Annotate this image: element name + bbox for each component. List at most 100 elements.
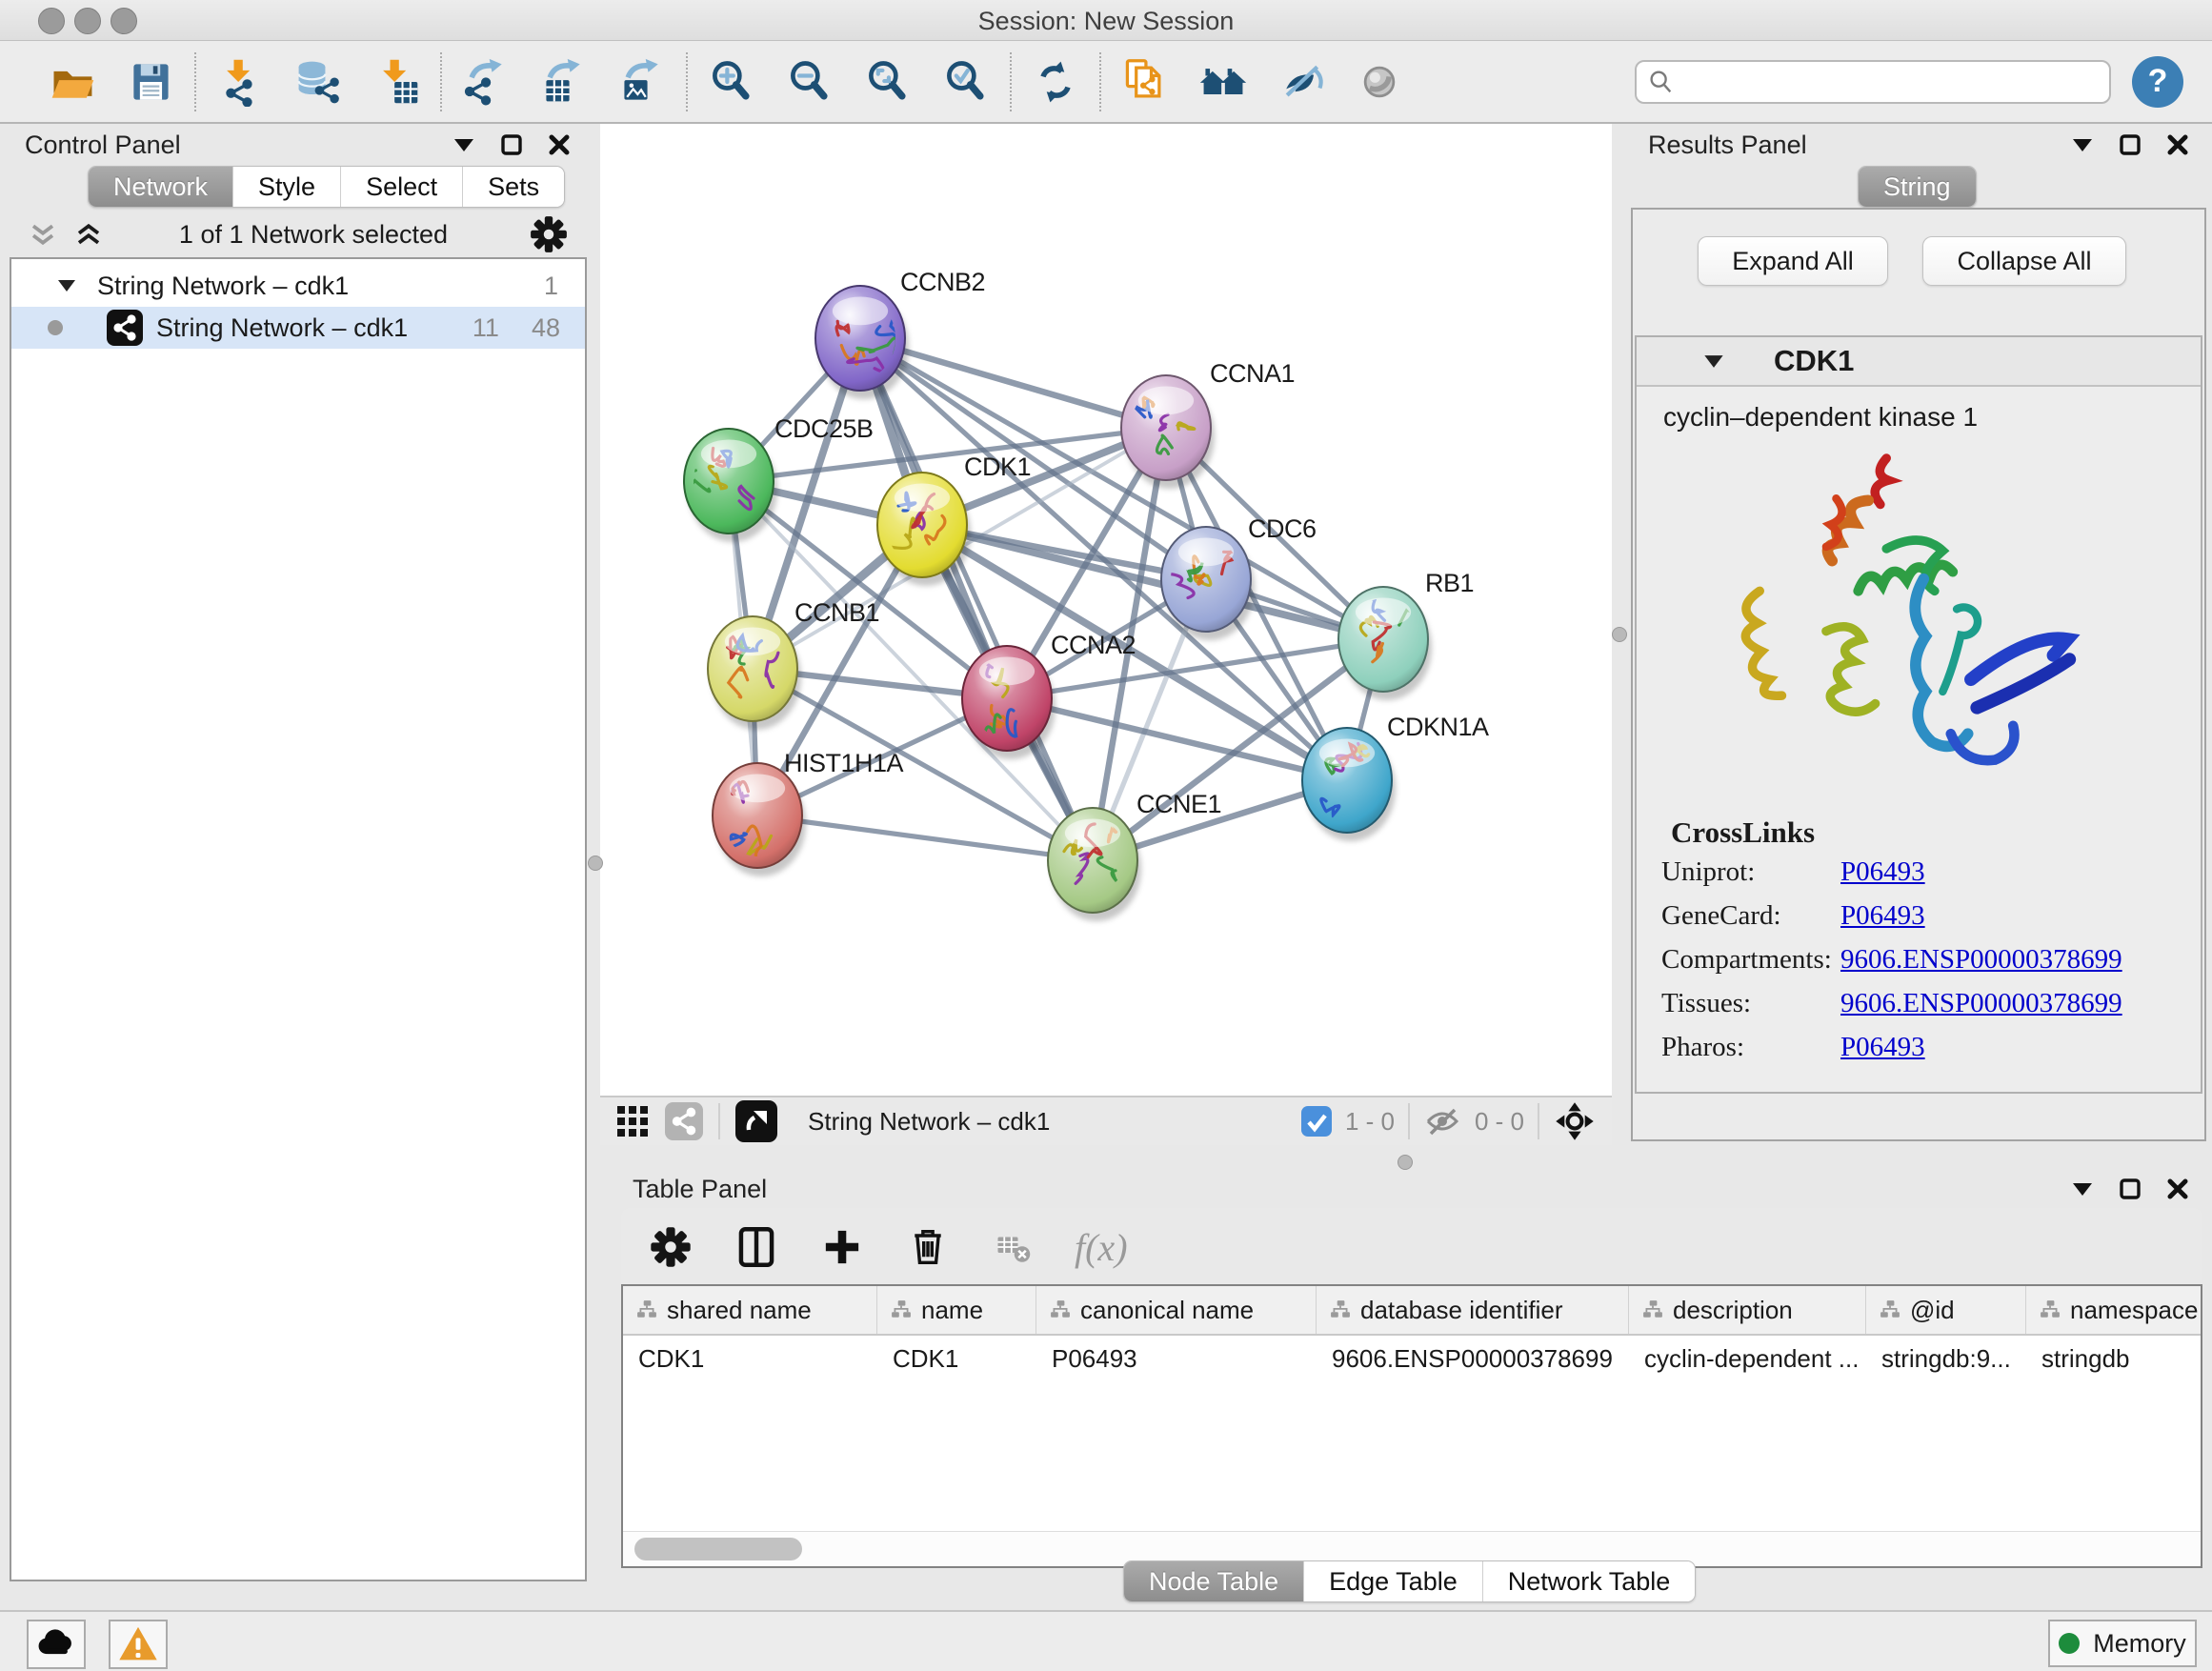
network-collection-row[interactable]: String Network – cdk1 1	[11, 265, 585, 307]
export-table-icon[interactable]	[537, 55, 591, 109]
search-input[interactable]	[1675, 66, 2100, 97]
crosslink-link[interactable]: P06493	[1840, 1032, 1925, 1063]
panel-menu-icon[interactable]	[2071, 137, 2094, 152]
warning-icon[interactable]	[109, 1620, 168, 1669]
protein-entry-header[interactable]: CDK1	[1637, 337, 2201, 387]
column-header-description[interactable]: description	[1629, 1286, 1866, 1334]
crosslinks-title: CrossLinks	[1637, 802, 2201, 850]
column-header--id[interactable]: @id	[1866, 1286, 2026, 1334]
crosslink-link[interactable]: 9606.ENSP00000378699	[1840, 944, 2122, 976]
string-home-icon[interactable]	[1196, 55, 1250, 109]
panel-float-icon[interactable]	[2119, 133, 2142, 156]
network-options-gear-icon[interactable]	[524, 210, 573, 259]
column-header-namespace[interactable]: namespace	[2026, 1286, 2201, 1334]
export-network-icon[interactable]	[459, 55, 513, 109]
tab-edge-table[interactable]: Edge Table	[1304, 1561, 1483, 1601]
tab-style[interactable]: Style	[233, 167, 341, 207]
delete-column-icon[interactable]	[903, 1222, 953, 1272]
save-session-icon[interactable]	[124, 55, 177, 109]
table-row[interactable]: CDK1CDK1P064939606.ENSP00000378699cyclin…	[623, 1336, 2201, 1381]
network-canvas[interactable]: CCNB2CCNA1CDC25BCDK1CDC6RB1CCNB1CCNA2CDK…	[600, 124, 1612, 1096]
disclosure-triangle-icon[interactable]	[1703, 354, 1724, 369]
scrollbar-thumb[interactable]	[634, 1538, 802, 1560]
disclosure-triangle-icon[interactable]	[57, 279, 76, 292]
panel-menu-icon[interactable]	[452, 137, 475, 152]
column-header-canonical-name[interactable]: canonical name	[1036, 1286, 1317, 1334]
bottom-splitter-handle[interactable]	[1398, 1155, 1413, 1170]
memory-button[interactable]: Memory	[2048, 1620, 2197, 1667]
column-header-database-identifier[interactable]: database identifier	[1317, 1286, 1629, 1334]
table-cell[interactable]: stringdb	[2026, 1344, 2201, 1374]
import-database-icon[interactable]	[292, 55, 345, 109]
tab-node-table[interactable]: Node Table	[1124, 1561, 1304, 1601]
table-settings-gear-icon[interactable]	[646, 1222, 695, 1272]
panel-float-icon[interactable]	[500, 133, 523, 156]
open-in-new-icon[interactable]	[735, 1100, 777, 1142]
help-icon[interactable]: ?	[2132, 56, 2183, 108]
collapse-all-button[interactable]: Collapse All	[1922, 236, 2126, 286]
network-row[interactable]: String Network – cdk1 11 48	[11, 307, 585, 349]
node-label-CDC6: CDC6	[1248, 514, 1317, 543]
delete-table-icon[interactable]	[989, 1222, 1038, 1272]
tab-sets[interactable]: Sets	[463, 167, 564, 207]
grid-icon[interactable]	[615, 1104, 650, 1138]
tab-string[interactable]: String	[1859, 167, 1976, 207]
table-cell[interactable]: CDK1	[623, 1344, 877, 1374]
right-splitter-handle[interactable]	[1612, 627, 1627, 642]
crosslink-row: Compartments: 9606.ENSP00000378699	[1637, 937, 2201, 981]
current-network-dot-icon	[48, 320, 63, 335]
zoom-out-icon[interactable]	[783, 55, 836, 109]
crosslink-link[interactable]: P06493	[1840, 900, 1925, 932]
expand-all-button[interactable]: Expand All	[1698, 236, 1888, 286]
add-column-icon[interactable]	[817, 1222, 867, 1272]
zoom-selected-icon[interactable]	[939, 55, 993, 109]
zoom-fit-icon[interactable]	[861, 55, 915, 109]
tab-network-table[interactable]: Network Table	[1483, 1561, 1696, 1601]
search-box[interactable]	[1635, 60, 2111, 104]
table-cell[interactable]: cyclin-dependent ...	[1629, 1344, 1866, 1374]
panel-close-icon[interactable]	[2166, 133, 2189, 156]
selected-checkbox-icon[interactable]	[1301, 1106, 1332, 1137]
zoom-in-icon[interactable]	[705, 55, 758, 109]
network-label: String Network – cdk1	[156, 313, 408, 343]
function-builder-icon[interactable]: f(x)	[1075, 1225, 1128, 1270]
crosslink-link[interactable]: 9606.ENSP00000378699	[1840, 988, 2122, 1019]
title-bar: Session: New Session	[0, 0, 2212, 41]
columns-icon[interactable]	[732, 1222, 781, 1272]
panel-close-icon[interactable]	[548, 133, 571, 156]
column-header-shared-name[interactable]: shared name	[623, 1286, 877, 1334]
open-session-icon[interactable]	[46, 55, 99, 109]
left-splitter-handle[interactable]	[588, 856, 603, 871]
panel-menu-icon[interactable]	[2071, 1181, 2094, 1197]
table-cell[interactable]: 9606.ENSP00000378699	[1317, 1344, 1629, 1374]
structure-eye-icon[interactable]	[1353, 55, 1406, 109]
panel-close-icon[interactable]	[2166, 1178, 2189, 1200]
apply-layout-icon[interactable]	[1029, 55, 1082, 109]
tab-network[interactable]: Network	[89, 167, 233, 207]
tab-select[interactable]: Select	[341, 167, 463, 207]
import-network-icon[interactable]	[213, 55, 267, 109]
column-header-name[interactable]: name	[877, 1286, 1036, 1334]
crosslink-row: Pharos: P06493	[1637, 1025, 2201, 1069]
window-title: Session: New Session	[0, 7, 2212, 36]
table-cell[interactable]: P06493	[1036, 1344, 1317, 1374]
export-image-icon[interactable]	[615, 55, 669, 109]
collapse-all-icon[interactable]	[29, 220, 57, 249]
network-view-title: String Network – cdk1	[808, 1107, 1050, 1137]
control-panel-header: Control Panel	[0, 126, 595, 164]
collection-label: String Network – cdk1	[97, 272, 349, 301]
expand-all-icon[interactable]	[74, 220, 103, 249]
share-icon[interactable]	[665, 1102, 703, 1140]
main-toolbar: ?	[0, 41, 2212, 124]
copy-document-icon[interactable]	[1118, 55, 1172, 109]
table-cell[interactable]: CDK1	[877, 1344, 1036, 1374]
crosslink-link[interactable]: P06493	[1840, 856, 1925, 888]
table-cell[interactable]: stringdb:9...	[1866, 1344, 2026, 1374]
hidden-eye-icon[interactable]	[1423, 1102, 1461, 1140]
label-eye-slash-icon[interactable]	[1275, 55, 1328, 109]
birdseye-icon[interactable]	[1553, 1099, 1597, 1143]
cloud-icon[interactable]	[27, 1620, 86, 1669]
import-table-icon[interactable]	[370, 55, 423, 109]
application-window: Session: New Session ? Control Panel Net…	[0, 0, 2212, 1671]
panel-float-icon[interactable]	[2119, 1178, 2142, 1200]
